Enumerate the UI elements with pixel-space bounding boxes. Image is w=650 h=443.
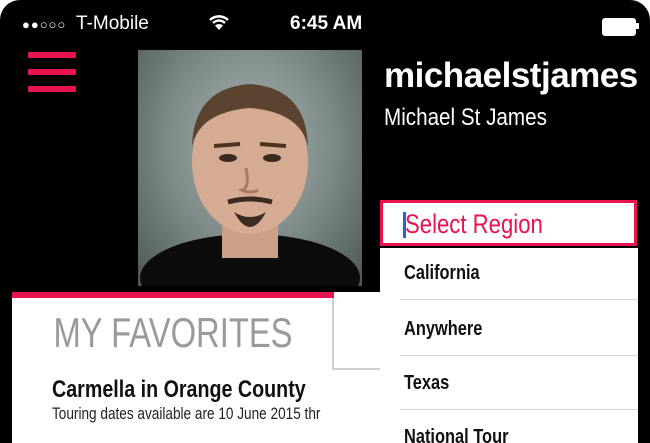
favorite-item-title[interactable]: Carmella in Orange County — [52, 376, 306, 404]
status-bar: ●●○○○ T-Mobile 6:45 AM — [0, 0, 650, 44]
divider — [400, 299, 640, 300]
battery-tip — [636, 23, 639, 29]
avatar — [138, 50, 362, 286]
tab-my-favorites[interactable]: MY FAVORITES — [49, 302, 297, 364]
full-name: Michael St James — [384, 104, 547, 131]
region-option-anywhere[interactable]: Anywhere — [380, 304, 640, 356]
region-option-label: National Tour — [404, 426, 509, 443]
device-frame-right — [638, 40, 650, 443]
region-option-label: Anywhere — [404, 318, 483, 340]
region-select-placeholder: Select Region — [405, 209, 543, 239]
device-frame-left — [0, 40, 12, 443]
username: michaelstjames — [384, 56, 638, 95]
region-option-label: California — [404, 262, 480, 284]
tab-divider — [332, 298, 334, 370]
divider — [400, 409, 640, 410]
favorite-item-description: Touring dates available are 10 June 2015… — [52, 404, 321, 423]
region-option-california[interactable]: California — [380, 248, 640, 300]
divider — [400, 355, 640, 356]
wifi-icon — [208, 13, 230, 36]
app-screen: ●●○○○ T-Mobile 6:45 AM michaelstjames Mi… — [0, 0, 650, 443]
region-option-national-tour[interactable]: National Tour — [380, 412, 640, 443]
hamburger-menu-icon[interactable] — [28, 52, 76, 94]
status-time: 6:45 AM — [290, 13, 363, 34]
region-options-list: California Anywhere Texas National Tour — [380, 248, 640, 443]
region-option-label: Texas — [404, 372, 450, 394]
signal-strength: ●●○○○ — [22, 17, 67, 32]
region-select-input[interactable]: Select Region — [380, 200, 637, 246]
favorites-tab-indicator — [12, 292, 334, 298]
region-option-texas[interactable]: Texas — [380, 358, 640, 410]
carrier-name: T-Mobile — [76, 13, 149, 34]
battery-icon — [602, 18, 636, 36]
